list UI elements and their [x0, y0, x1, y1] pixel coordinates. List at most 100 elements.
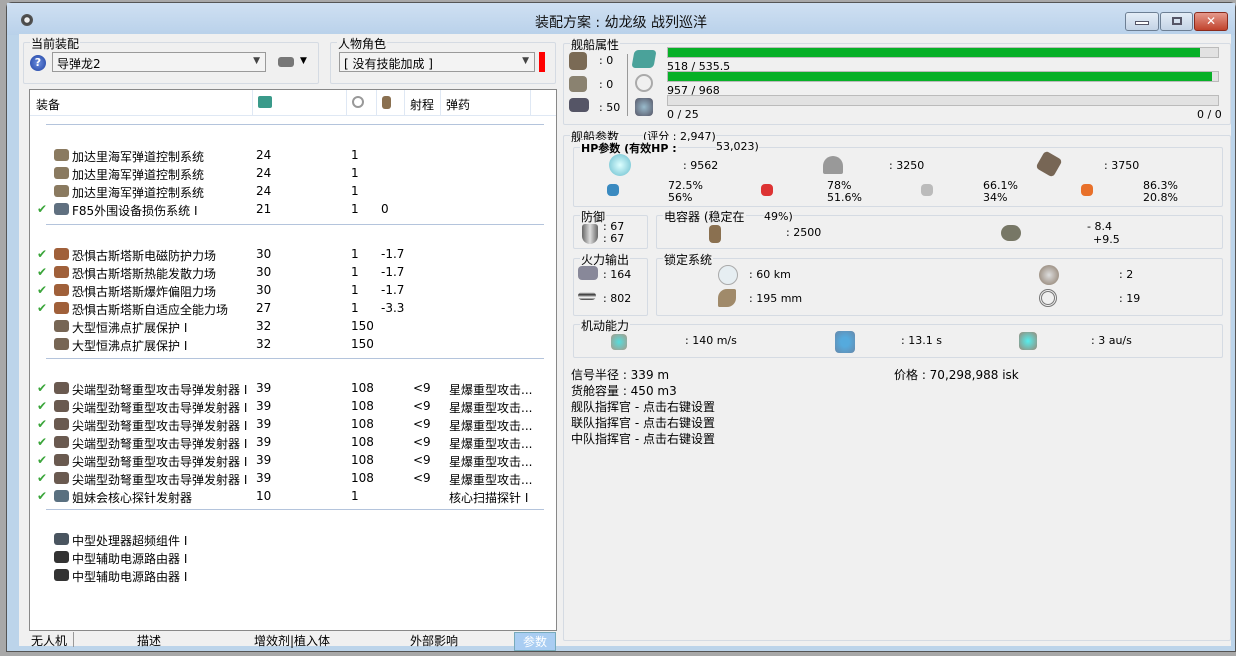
col-name[interactable]: 装备 [36, 96, 60, 113]
module-row[interactable]: ✔ 尖端型劲弩重型攻击导弹发射器 I 39 108 <9 星爆重型攻击... [30, 433, 556, 451]
module-row[interactable]: 中型辅助电源路由器 I [30, 548, 556, 566]
cpu-bar [667, 47, 1219, 58]
module-pg: 1 [351, 301, 359, 315]
explosive-resist-icon [1081, 184, 1093, 196]
powergrid-icon[interactable] [352, 96, 364, 108]
minimize-button[interactable] [1125, 12, 1159, 31]
sensor-strength: : 19 [1119, 292, 1141, 305]
tab-parameters[interactable]: 参数 [514, 632, 556, 651]
module-icon [54, 400, 69, 412]
dps-icon [578, 292, 596, 300]
question-icon[interactable]: ? [30, 55, 46, 71]
check-icon: ✔ [37, 435, 48, 449]
capacitor-icon[interactable] [382, 96, 391, 109]
drone-bay-icon [635, 98, 653, 116]
price: 价格 : 70,298,988 isk [894, 368, 1019, 382]
sensor-strength-icon [1039, 289, 1057, 307]
ship-menu-icon[interactable] [278, 57, 294, 67]
scan-resolution: : 195 mm [749, 292, 803, 305]
turret-hardpoint-icon [569, 52, 587, 70]
module-row[interactable]: 加达里海军弹道控制系统 24 1 [30, 164, 556, 182]
module-ammo: 星爆重型攻击... [449, 419, 533, 433]
module-row[interactable]: 加达里海军弹道控制系统 24 1 [30, 146, 556, 164]
module-icon [54, 454, 69, 466]
module-list[interactable]: 装备 射程 弹药 加达里海军弹道控制系统 24 1 加达里海军弹道控制系统 24 1 加达里… [29, 89, 557, 631]
fitting-label: 当前装配 [30, 35, 81, 52]
module-cpu: 32 [256, 319, 272, 333]
tab-description[interactable]: 描述 [137, 632, 161, 649]
module-row[interactable]: ✔ 恐惧古斯塔斯电磁防护力场 30 1 -1.7 [30, 245, 556, 263]
max-velocity: : 140 m/s [685, 334, 737, 347]
divider [46, 509, 544, 510]
tab-boosters-implants[interactable]: 增效剂|植入体 [254, 632, 330, 649]
module-row[interactable]: ✔ 姐妹会核心探针发射器 10 1 核心扫描探针 I [30, 487, 556, 505]
module-cpu: 30 [256, 265, 272, 279]
module-cpu: 39 [256, 381, 272, 395]
module-row[interactable]: 大型恒沸点扩展保护 I 32 150 [30, 317, 556, 335]
calibration-value: : 50 [599, 101, 621, 114]
module-icon [54, 185, 69, 197]
module-cap: -1.7 [381, 283, 405, 297]
module-row[interactable]: 中型辅助电源路由器 I [30, 566, 556, 584]
armor-hp: : 3250 [889, 159, 925, 172]
divider [46, 224, 544, 225]
volley-icon [578, 266, 598, 280]
module-row[interactable]: ✔ 恐惧古斯塔斯爆炸偏阻力场 30 1 -1.7 [30, 281, 556, 299]
squad-booster[interactable]: 中队指挥官 - 点击右键设置 [571, 430, 715, 447]
module-row[interactable]: ✔ 尖端型劲弩重型攻击导弹发射器 I 39 108 <9 星爆重型攻击... [30, 451, 556, 469]
module-icon [54, 569, 69, 581]
module-cap: -1.7 [381, 247, 405, 261]
title-bar: 装配方案 : 幼龙级 战列巡洋 ✕ [7, 3, 1235, 35]
module-row[interactable]: ✔ F85外围设备损伤系统 I 21 1 0 [30, 200, 556, 218]
dropdown-arrow-icon[interactable]: ▼ [300, 56, 307, 66]
maximize-button[interactable] [1160, 12, 1193, 31]
module-row[interactable]: ✔ 恐惧古斯塔斯热能发散力场 30 1 -1.7 [30, 263, 556, 281]
content: 当前装配 ? 导弹龙2 ▼ ▼ 人物角色 [ 没有技能加成 ] ▼ 装备 射程 弹药… [19, 34, 1231, 651]
character-select[interactable]: [ 没有技能加成 ] ▼ [339, 52, 535, 72]
capacitor-stable: 49%) [764, 210, 793, 223]
tab-drones[interactable]: 无人机 [31, 632, 67, 649]
module-row[interactable]: 大型恒沸点扩展保护 I 32 150 [30, 335, 556, 353]
drone-bay-bar [667, 95, 1219, 106]
check-icon: ✔ [37, 453, 48, 467]
character-group: 人物角色 [ 没有技能加成 ] ▼ [330, 35, 556, 84]
module-row[interactable]: ✔ 尖端型劲弩重型攻击导弹发射器 I 39 108 <9 星爆重型攻击... [30, 379, 556, 397]
module-icon [54, 248, 69, 260]
col-ammo[interactable]: 弹药 [446, 96, 470, 113]
module-name: 加达里海军弹道控制系统 [72, 168, 205, 182]
module-pg: 1 [351, 247, 359, 261]
close-button[interactable]: ✕ [1194, 12, 1228, 31]
fleet-booster[interactable]: 舰队指挥官 - 点击右键设置 [571, 398, 715, 415]
cpu-icon[interactable] [258, 96, 272, 108]
defense-value-2: : 67 [603, 232, 625, 245]
col-range[interactable]: 射程 [410, 96, 434, 113]
thermal-armor-resist: 51.6% [827, 191, 862, 204]
targeting-range: : 60 km [749, 268, 791, 281]
targeting-group: 锁定系统 [656, 251, 1223, 316]
fitting-select[interactable]: 导弹龙2 ▼ [52, 52, 266, 72]
module-icon [54, 266, 69, 278]
module-range: <9 [413, 471, 431, 485]
module-row[interactable]: 加达里海军弹道控制系统 24 1 [30, 182, 556, 200]
module-cpu: 21 [256, 202, 272, 216]
module-pg: 1 [351, 148, 359, 162]
module-ammo: 核心扫描探针 I [449, 491, 529, 505]
module-icon [54, 382, 69, 394]
module-name: 姐妹会核心探针发射器 [72, 491, 193, 505]
module-icon [54, 338, 69, 350]
drone-bandwidth-value: 0 / 0 [1197, 108, 1222, 121]
module-name: 大型恒沸点扩展保护 I [72, 339, 188, 353]
module-row[interactable]: ✔ 恐惧古斯塔斯自适应全能力场 27 1 -3.3 [30, 299, 556, 317]
character-value: [ 没有技能加成 ] [344, 57, 433, 71]
module-icon [54, 472, 69, 484]
module-row[interactable]: ✔ 尖端型劲弩重型攻击导弹发射器 I 39 108 <9 星爆重型攻击... [30, 397, 556, 415]
module-row[interactable]: ✔ 尖端型劲弩重型攻击导弹发射器 I 39 108 <9 星爆重型攻击... [30, 469, 556, 487]
align-time-icon [835, 331, 855, 353]
module-row[interactable]: 中型处理器超频组件 I [30, 530, 556, 548]
wing-booster[interactable]: 联队指挥官 - 点击右键设置 [571, 414, 715, 431]
tab-external-effects[interactable]: 外部影响 [410, 632, 458, 649]
module-name: 尖端型劲弩重型攻击导弹发射器 I [72, 401, 248, 415]
module-row[interactable]: ✔ 尖端型劲弩重型攻击导弹发射器 I 39 108 <9 星爆重型攻击... [30, 415, 556, 433]
module-icon [54, 436, 69, 448]
cap-recharge-icon [1001, 225, 1021, 241]
